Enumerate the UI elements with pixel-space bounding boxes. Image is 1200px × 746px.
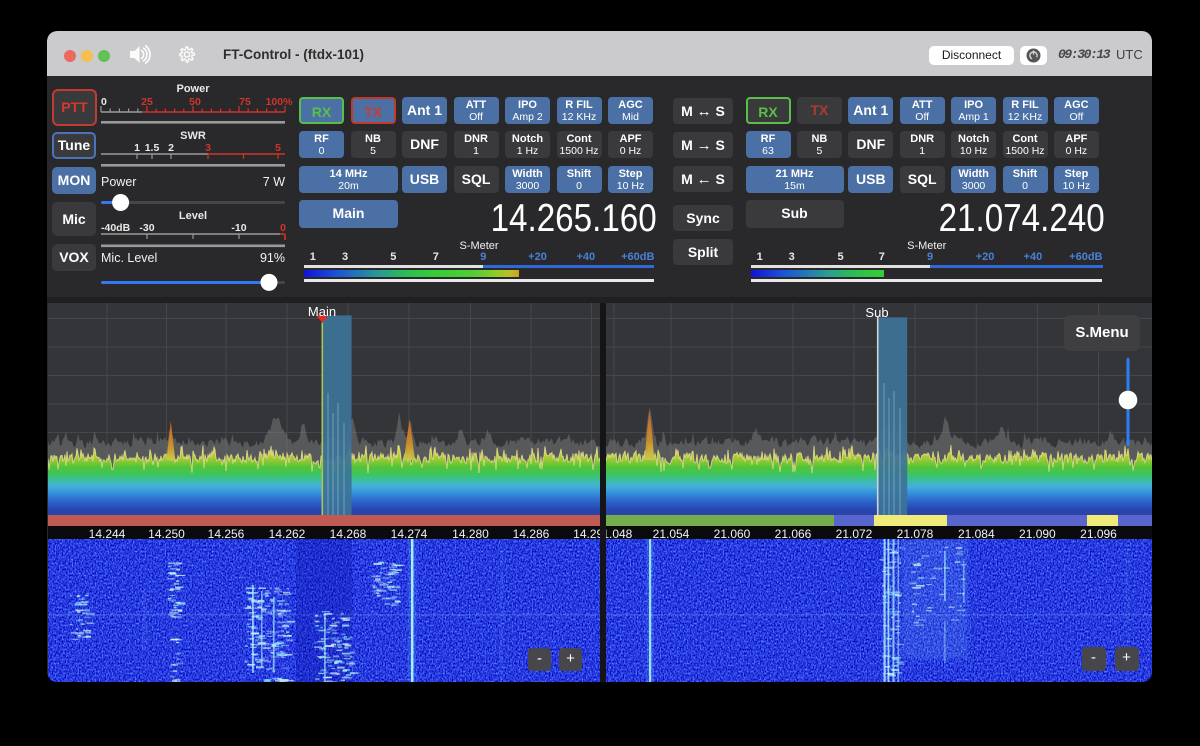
svg-text:7 W: 7 W	[263, 175, 285, 189]
svg-text:0: 0	[101, 96, 107, 108]
svg-text:3: 3	[205, 142, 211, 154]
svg-text:50: 50	[189, 96, 201, 108]
svg-text:1.5: 1.5	[145, 142, 160, 154]
svg-text:91%: 91%	[260, 251, 285, 265]
svg-text:-10: -10	[231, 222, 246, 234]
svg-text:Power: Power	[101, 175, 136, 189]
svg-text:75: 75	[239, 96, 251, 108]
svg-text:-30: -30	[139, 222, 154, 234]
svg-text:Level: Level	[179, 210, 207, 222]
svg-text:5: 5	[275, 142, 281, 154]
svg-text:SWR: SWR	[180, 130, 206, 142]
svg-text:0: 0	[280, 222, 286, 234]
svg-text:-40dB: -40dB	[101, 222, 131, 234]
svg-text:2: 2	[168, 142, 174, 154]
svg-text:100%: 100%	[266, 96, 294, 108]
svg-text:Mic. Level: Mic. Level	[101, 251, 157, 265]
svg-text:1: 1	[134, 142, 140, 154]
